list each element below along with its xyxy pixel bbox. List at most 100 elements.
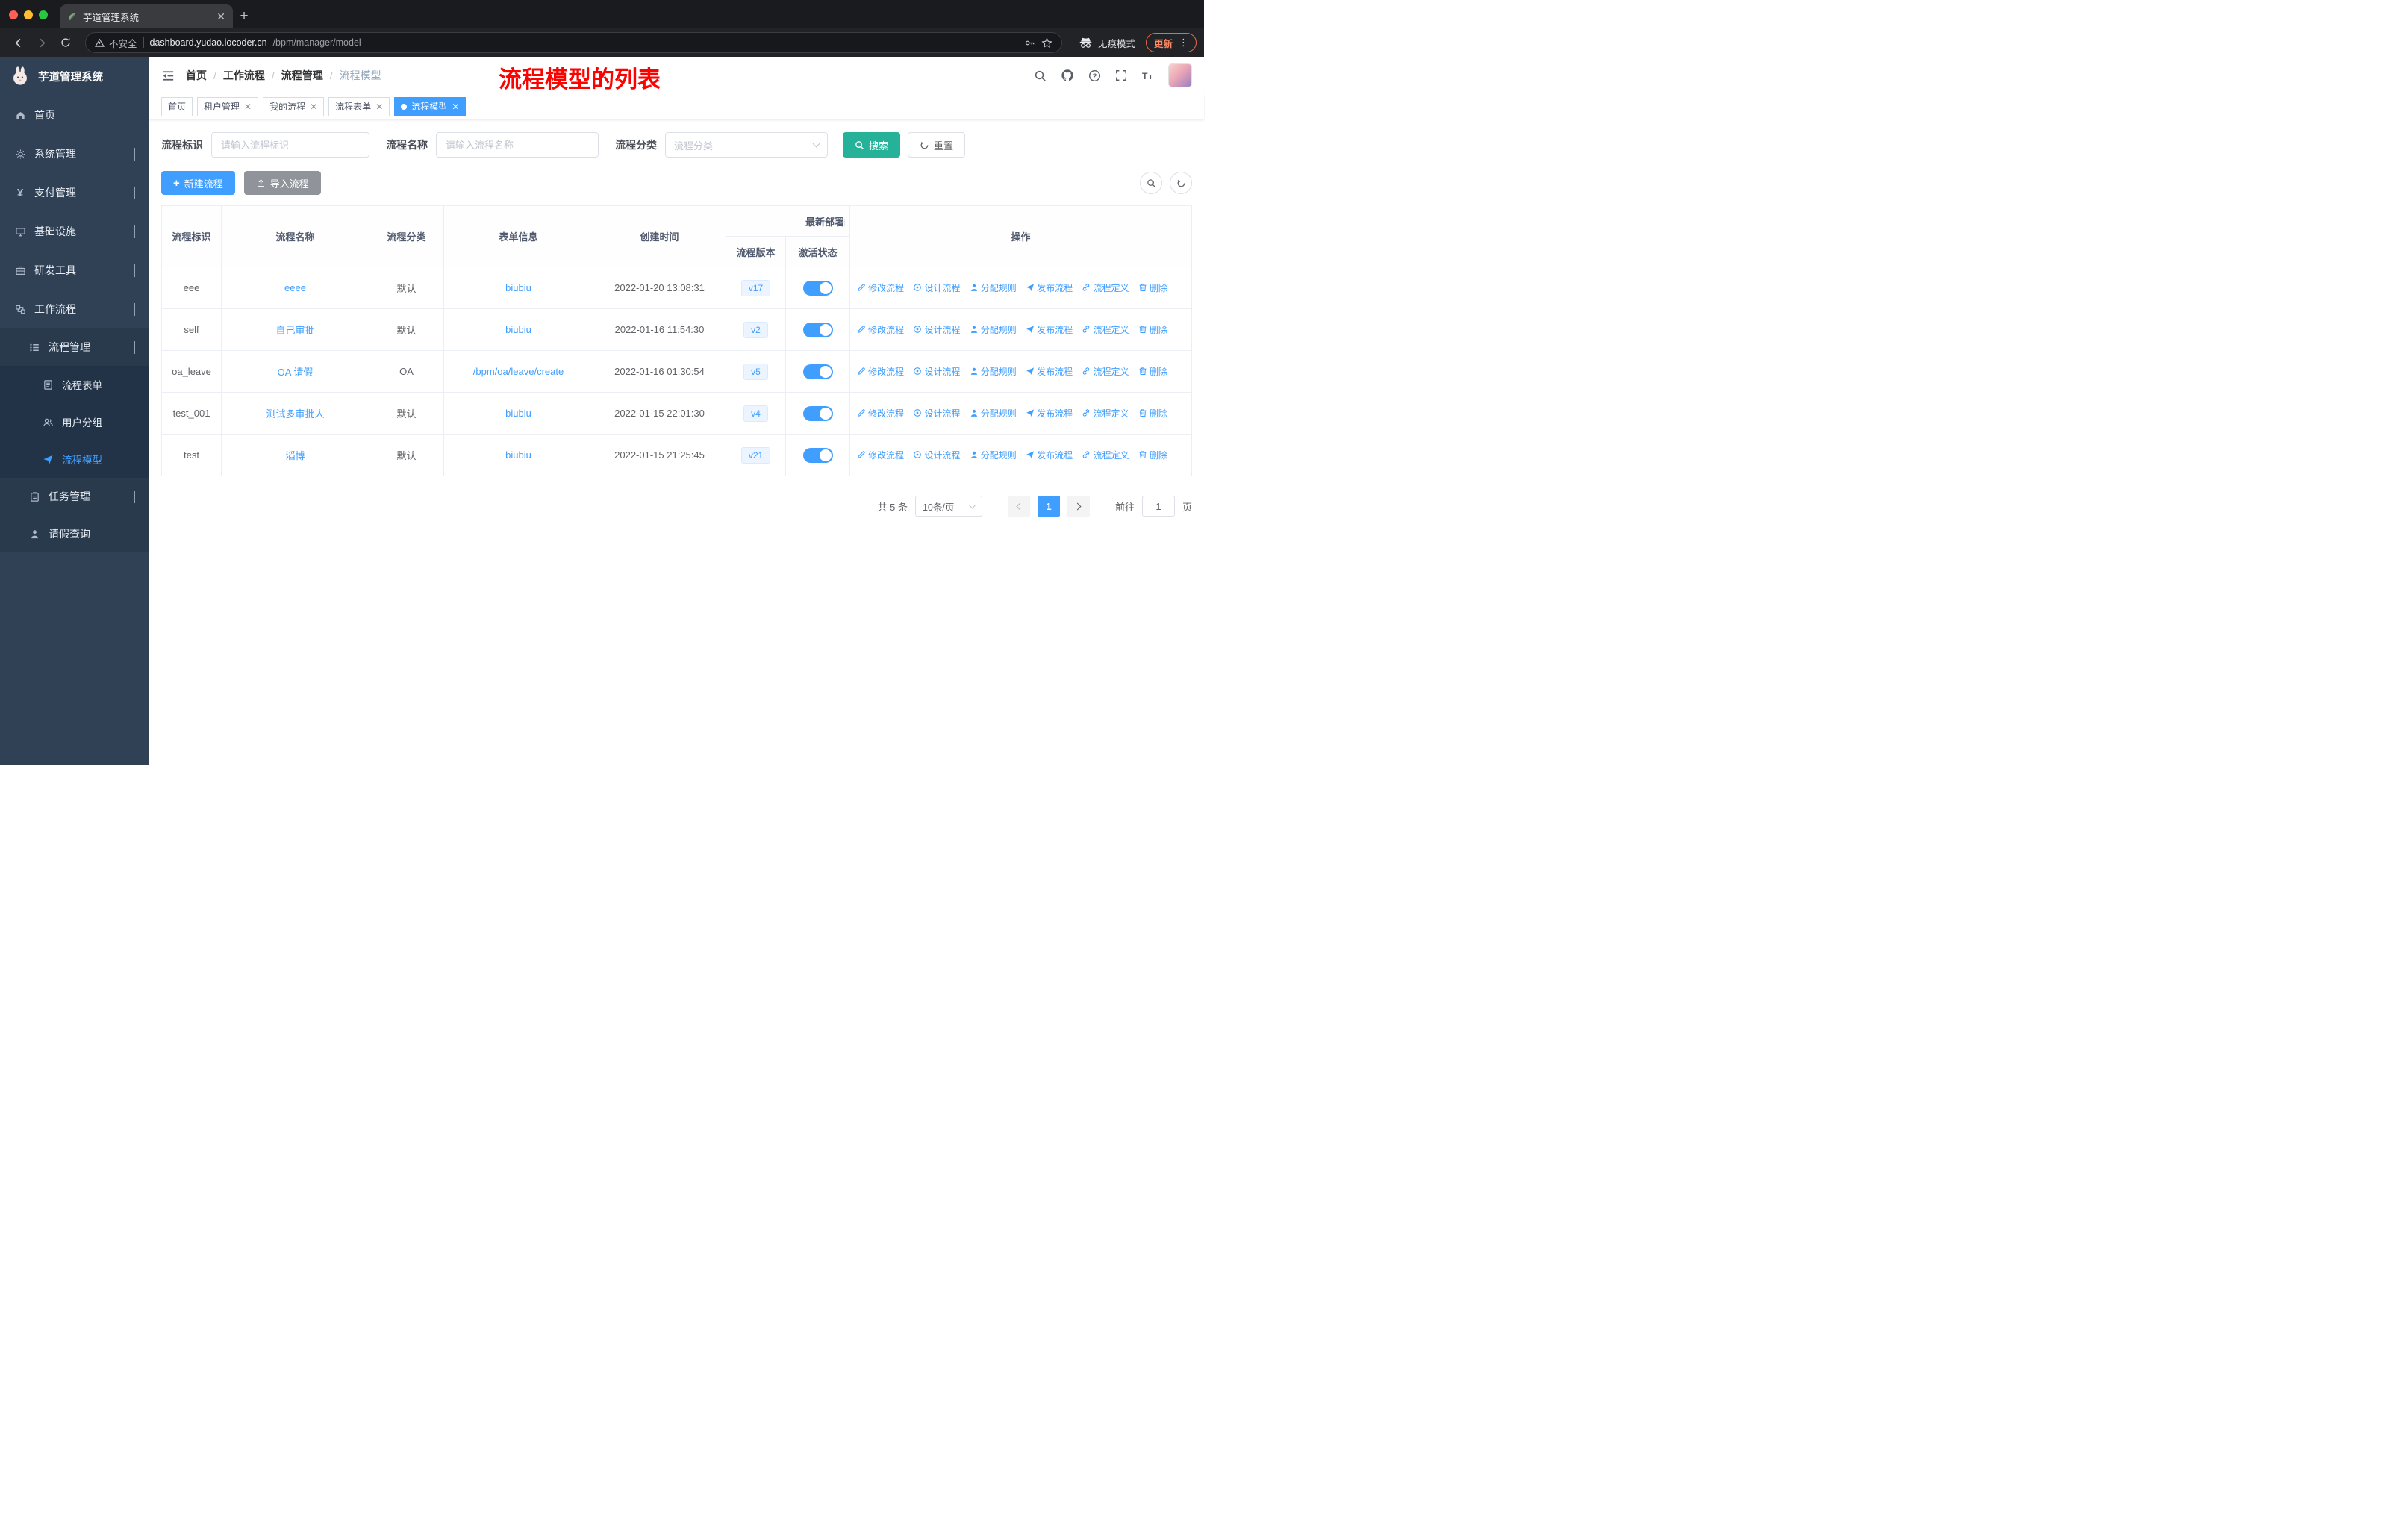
show-search-button[interactable] — [1140, 172, 1162, 194]
edit-process-link[interactable]: 修改流程 — [857, 365, 904, 378]
refresh-table-button[interactable] — [1170, 172, 1192, 194]
sidebar-item-payment[interactable]: ¥ 支付管理 — [0, 173, 149, 212]
edit-process-link[interactable]: 修改流程 — [857, 407, 904, 420]
close-icon[interactable]: ✕ — [310, 102, 317, 111]
form-info-link[interactable]: biubiu — [505, 408, 531, 419]
process-definition-link[interactable]: 流程定义 — [1082, 407, 1129, 420]
help-icon[interactable]: ? — [1088, 69, 1101, 82]
delete-process-link[interactable]: 删除 — [1138, 281, 1167, 294]
collapse-sidebar-icon[interactable] — [161, 69, 175, 83]
close-icon[interactable]: ✕ — [375, 102, 383, 111]
minimize-window-icon[interactable] — [24, 10, 33, 19]
reset-button[interactable]: 重置 — [908, 132, 966, 158]
github-icon[interactable] — [1061, 69, 1074, 82]
form-info-link[interactable]: biubiu — [505, 282, 531, 293]
key-icon[interactable] — [1024, 37, 1035, 49]
security-status[interactable]: 不安全 — [95, 36, 137, 50]
design-process-link[interactable]: 设计流程 — [913, 449, 960, 461]
delete-process-link[interactable]: 删除 — [1138, 407, 1167, 420]
zoom-window-icon[interactable] — [39, 10, 48, 19]
goto-page-input[interactable] — [1141, 496, 1175, 517]
sidebar-item-infra[interactable]: 基础设施 — [0, 212, 149, 251]
sidebar-item-home[interactable]: 首页 — [0, 96, 149, 134]
sidebar-item-user-group[interactable]: 用户分组 — [0, 403, 149, 440]
process-definition-link[interactable]: 流程定义 — [1082, 281, 1129, 294]
prev-page-button[interactable] — [1007, 496, 1030, 517]
category-select[interactable]: 流程分类 — [665, 132, 828, 158]
tag-process-form[interactable]: 流程表单 ✕ — [328, 96, 390, 116]
process-name-link[interactable]: OA 请假 — [278, 367, 314, 378]
design-process-link[interactable]: 设计流程 — [913, 407, 960, 420]
delete-process-link[interactable]: 删除 — [1138, 365, 1167, 378]
user-avatar[interactable] — [1168, 63, 1192, 87]
delete-process-link[interactable]: 删除 — [1138, 449, 1167, 461]
reload-icon[interactable] — [55, 32, 76, 53]
sidebar-item-workflow[interactable]: 工作流程 — [0, 290, 149, 328]
publish-process-link[interactable]: 发布流程 — [1026, 407, 1073, 420]
sidebar-item-task-management[interactable]: 任务管理 — [0, 478, 149, 515]
breadcrumb-home[interactable]: 首页 — [186, 68, 207, 83]
back-icon[interactable] — [7, 32, 28, 53]
assign-rule-link[interactable]: 分配规则 — [970, 449, 1017, 461]
sidebar-item-process-form[interactable]: 流程表单 — [0, 366, 149, 403]
next-page-button[interactable] — [1067, 496, 1090, 517]
search-icon[interactable] — [1034, 69, 1047, 82]
design-process-link[interactable]: 设计流程 — [913, 365, 960, 378]
tag-process-model[interactable]: 流程模型 ✕ — [394, 96, 467, 116]
search-button[interactable]: 搜索 — [843, 132, 901, 158]
assign-rule-link[interactable]: 分配规则 — [970, 281, 1017, 294]
publish-process-link[interactable]: 发布流程 — [1026, 365, 1073, 378]
active-toggle[interactable] — [802, 364, 833, 379]
active-toggle[interactable] — [802, 447, 833, 463]
tag-my-process[interactable]: 我的流程 ✕ — [263, 96, 325, 116]
import-process-button[interactable]: 导入流程 — [243, 171, 321, 195]
bookmark-star-icon[interactable] — [1041, 37, 1052, 49]
sidebar-item-system[interactable]: 系统管理 — [0, 134, 149, 173]
create-process-button[interactable]: + 新建流程 — [161, 171, 235, 195]
process-name-link[interactable]: 自己审批 — [275, 325, 314, 336]
assign-rule-link[interactable]: 分配规则 — [970, 407, 1017, 420]
page-size-select[interactable]: 10条/页 — [914, 496, 982, 517]
sidebar-item-leave-query[interactable]: 请假查询 — [0, 515, 149, 552]
breadcrumb-workflow[interactable]: 工作流程 — [223, 68, 265, 83]
process-name-link[interactable]: 滔博 — [285, 450, 305, 461]
tag-tenant[interactable]: 租户管理 ✕ — [197, 96, 259, 116]
close-window-icon[interactable] — [9, 10, 18, 19]
tag-home[interactable]: 首页 — [161, 96, 193, 116]
process-key-input[interactable] — [211, 132, 369, 158]
active-toggle[interactable] — [802, 322, 833, 337]
font-size-icon[interactable]: TT — [1141, 69, 1154, 82]
assign-rule-link[interactable]: 分配规则 — [970, 323, 1017, 336]
process-definition-link[interactable]: 流程定义 — [1082, 365, 1129, 378]
fullscreen-icon[interactable] — [1115, 69, 1127, 81]
close-icon[interactable]: ✕ — [452, 102, 459, 111]
assign-rule-link[interactable]: 分配规则 — [970, 365, 1017, 378]
current-page-button[interactable]: 1 — [1037, 496, 1060, 517]
sidebar-item-process-model[interactable]: 流程模型 — [0, 440, 149, 478]
process-name-input[interactable] — [436, 132, 599, 158]
forward-icon[interactable] — [31, 32, 52, 53]
delete-process-link[interactable]: 删除 — [1138, 323, 1167, 336]
active-toggle[interactable] — [802, 405, 833, 421]
design-process-link[interactable]: 设计流程 — [913, 323, 960, 336]
process-definition-link[interactable]: 流程定义 — [1082, 449, 1129, 461]
edit-process-link[interactable]: 修改流程 — [857, 281, 904, 294]
publish-process-link[interactable]: 发布流程 — [1026, 449, 1073, 461]
form-info-link[interactable]: biubiu — [505, 324, 531, 335]
form-info-link[interactable]: biubiu — [505, 449, 531, 461]
process-name-link[interactable]: eeee — [284, 282, 306, 293]
tab-close-icon[interactable]: ✕ — [216, 11, 225, 22]
sidebar-item-process-management[interactable]: 流程管理 — [0, 328, 149, 366]
url-bar[interactable]: 不安全 dashboard.yudao.iocoder.cn/bpm/manag… — [85, 32, 1062, 53]
edit-process-link[interactable]: 修改流程 — [857, 449, 904, 461]
sidebar-item-devtools[interactable]: 研发工具 — [0, 251, 149, 290]
new-tab-button[interactable]: + — [233, 5, 255, 28]
close-icon[interactable]: ✕ — [244, 102, 252, 111]
browser-tab[interactable]: 芋道管理系统 ✕ — [60, 4, 233, 28]
design-process-link[interactable]: 设计流程 — [913, 281, 960, 294]
active-toggle[interactable] — [802, 280, 833, 296]
publish-process-link[interactable]: 发布流程 — [1026, 281, 1073, 294]
breadcrumb-process-mgmt[interactable]: 流程管理 — [281, 68, 323, 83]
update-button[interactable]: 更新 ⋮ — [1145, 33, 1197, 52]
edit-process-link[interactable]: 修改流程 — [857, 323, 904, 336]
